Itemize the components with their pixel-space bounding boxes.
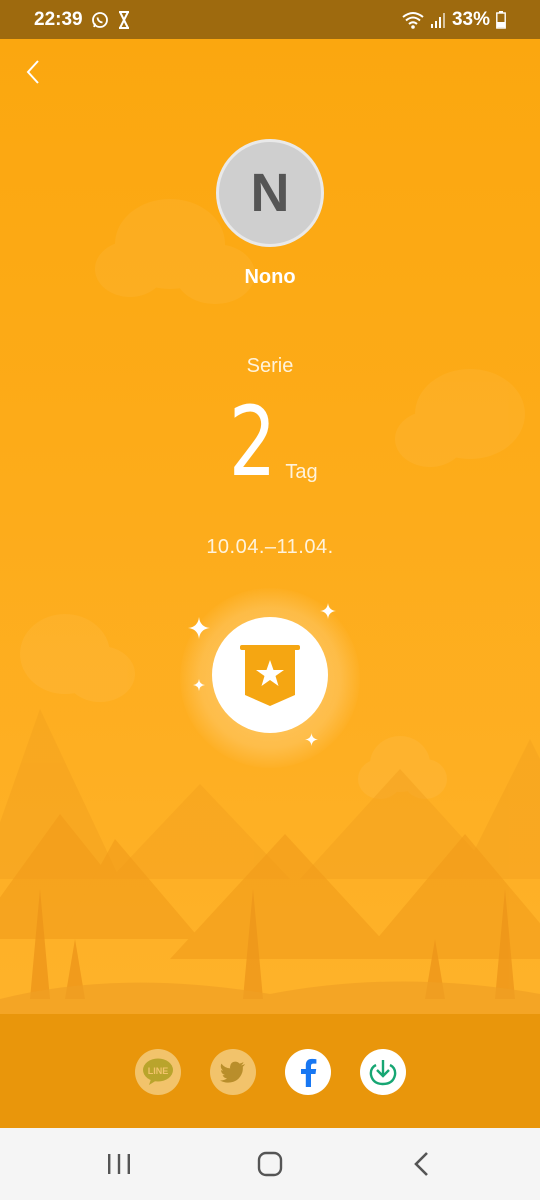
share-bar [0, 1014, 540, 1128]
line-icon: LINE [143, 1058, 173, 1085]
avatar: N [216, 139, 324, 247]
home-icon [257, 1151, 283, 1177]
sparkle-icon [193, 679, 205, 691]
status-bar: 22:39 33% [0, 0, 540, 39]
download-button[interactable] [360, 1049, 406, 1095]
hourglass-icon [117, 10, 131, 29]
back-button[interactable] [20, 57, 50, 87]
username: Nono [244, 266, 296, 288]
streak-badge [212, 617, 328, 733]
twitter-icon [220, 1061, 245, 1083]
date-range: 10.04.–11.04. [206, 536, 334, 558]
share-facebook-button[interactable] [285, 1049, 331, 1095]
battery-icon [496, 10, 506, 29]
battery-percent: 33% [451, 8, 490, 30]
sparkle-icon [320, 603, 336, 619]
svg-text:LINE: LINE [148, 1066, 169, 1076]
share-line-button[interactable]: LINE [135, 1049, 181, 1095]
status-time: 22:39 [34, 8, 83, 30]
facebook-icon [301, 1058, 317, 1087]
sparkle-icon [305, 733, 318, 746]
banner-star-icon [240, 645, 300, 706]
streak-counter: 2 Tag [0, 394, 540, 490]
streak-count: 2 [229, 386, 277, 498]
streak-share-card: N Nono Serie 2 Tag 10.04.–11.04. [0, 39, 540, 1014]
home-button[interactable] [250, 1148, 290, 1180]
back-icon [414, 1152, 428, 1176]
sparkle-icon [188, 617, 210, 639]
signal-icon [430, 11, 446, 29]
chevron-left-icon [26, 60, 39, 84]
streak-label: Serie [246, 355, 294, 377]
download-icon [369, 1060, 397, 1086]
system-back-button[interactable] [402, 1148, 442, 1180]
whatsapp-icon [91, 11, 109, 29]
wifi-icon [402, 11, 424, 29]
streak-unit: Tag [285, 461, 318, 483]
share-twitter-button[interactable] [210, 1049, 256, 1095]
recent-apps-button[interactable] [99, 1148, 139, 1180]
recent-apps-icon [108, 1154, 130, 1174]
